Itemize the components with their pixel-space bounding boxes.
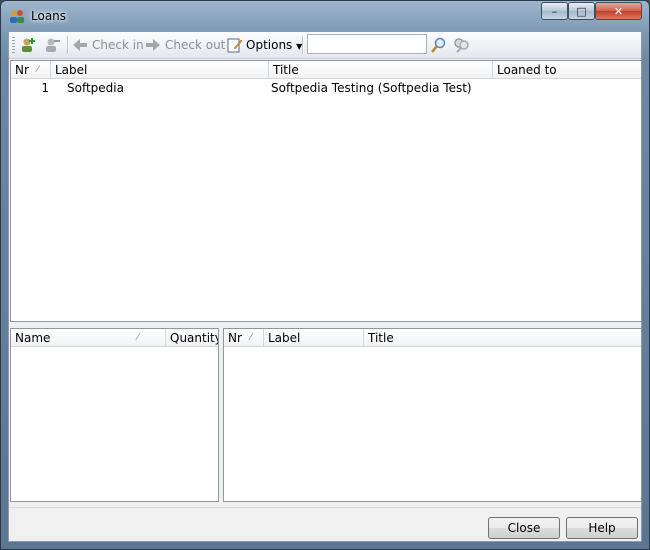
toolbar-grip[interactable] [12, 37, 15, 53]
items-table: Name ⁄ Quantity [10, 328, 219, 502]
column-header-title[interactable]: Title [364, 329, 641, 347]
people-icon [10, 10, 24, 23]
minimize-button[interactable]: – [541, 2, 568, 20]
check-out-button[interactable]: Check out [165, 36, 225, 54]
arrow-right-icon [146, 39, 160, 51]
options-icon [227, 38, 243, 53]
arrow-left-icon [73, 39, 87, 51]
find-next-icon[interactable] [452, 36, 470, 54]
check-in-button[interactable]: Check in [92, 36, 144, 54]
options-menu-button[interactable]: Options ▼ [246, 36, 302, 54]
loans-table: Nr ⁄ Label Title Loaned to 1 Softpedia S… [10, 60, 642, 322]
column-header-quantity[interactable]: Quantity [166, 329, 218, 347]
toolbar-separator [302, 36, 304, 54]
title-bar[interactable]: Loans – □ ✕ [1, 1, 649, 31]
close-window-button[interactable]: ✕ [595, 2, 642, 20]
column-header-nr[interactable]: Nr ⁄ [224, 329, 264, 347]
options-label: Options [246, 38, 293, 52]
cell-nr: 1 [41, 81, 49, 95]
column-header-name[interactable]: Name ⁄ [11, 329, 166, 347]
horizontal-splitter[interactable] [9, 322, 641, 326]
help-button[interactable]: Help [566, 517, 638, 539]
search-icon[interactable] [430, 36, 448, 54]
table-row[interactable]: 1 Softpedia Softpedia Testing (Softpedia… [11, 80, 641, 96]
divider [9, 507, 641, 508]
remove-user-icon[interactable] [43, 36, 61, 54]
client-area: Check in Check out Options ▼ Nr ⁄ Label … [8, 31, 642, 542]
sort-icon: ⁄ [250, 333, 252, 343]
column-header-nr[interactable]: Nr ⁄ [11, 61, 51, 79]
window-title: Loans [31, 9, 67, 23]
loans-window: Loans – □ ✕ Check in Check out Options ▼… [0, 0, 650, 550]
search-input[interactable] [307, 34, 427, 54]
toolbar: Check in Check out Options ▼ [9, 32, 641, 59]
sort-icon: ⁄ [137, 333, 139, 343]
column-header-title[interactable]: Title [269, 61, 493, 79]
toolbar-separator [67, 36, 69, 54]
column-header-label[interactable]: Label [264, 329, 364, 347]
close-button[interactable]: Close [488, 517, 560, 539]
cell-title: Softpedia Testing (Softpedia Test) [271, 81, 472, 95]
column-header-label[interactable]: Label [51, 61, 269, 79]
add-user-icon[interactable] [19, 36, 37, 54]
history-table: Nr ⁄ Label Title [223, 328, 642, 502]
maximize-button[interactable]: □ [568, 2, 595, 20]
column-header-loaned-to[interactable]: Loaned to [493, 61, 641, 79]
cell-label: Softpedia [67, 81, 124, 95]
sort-icon: ⁄ [37, 65, 39, 75]
